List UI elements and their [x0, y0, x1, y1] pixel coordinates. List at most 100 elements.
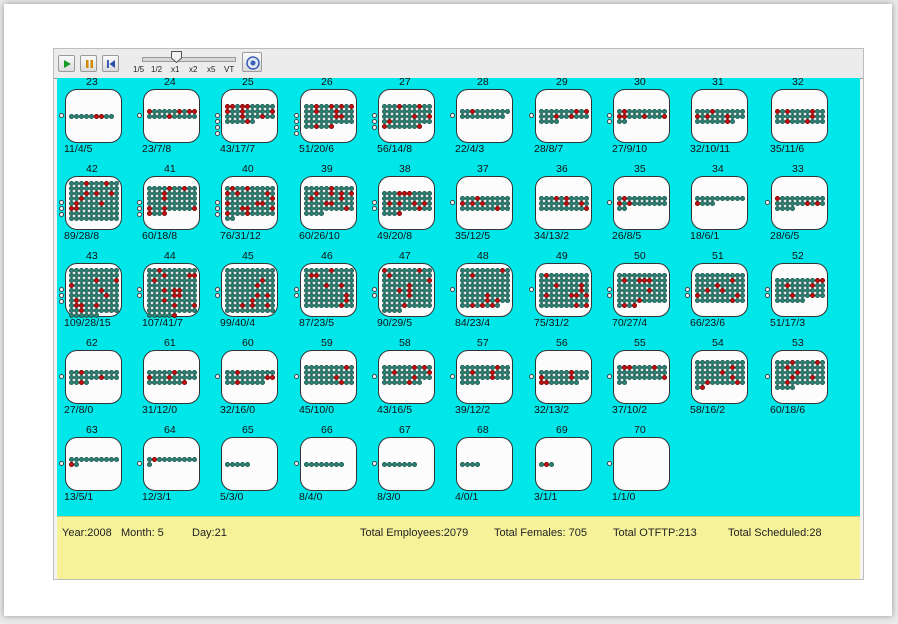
employee-dot [250, 119, 255, 124]
unit-stats-label: 23/7/8 [142, 143, 172, 155]
transit-employee-dot [294, 113, 299, 118]
employee-dot [505, 109, 510, 114]
unit-id-label: 25 [242, 76, 254, 88]
unit-box[interactable] [456, 89, 513, 143]
employee-dot [800, 298, 805, 303]
unit-box[interactable] [535, 437, 592, 491]
transit-employee-dot [215, 206, 220, 211]
transit-employee-dot [450, 113, 455, 118]
employee-dot [319, 211, 324, 216]
unit-stats-label: 58/16/2 [690, 404, 726, 416]
unit-box[interactable] [300, 89, 357, 143]
unit-box[interactable] [300, 176, 357, 230]
unit-box[interactable] [143, 89, 200, 143]
unit-box[interactable] [691, 350, 748, 404]
unit-stats-label: 26/8/5 [612, 230, 642, 242]
unit-box[interactable] [691, 89, 748, 143]
unit-id-label: 26 [321, 76, 333, 88]
unit-box[interactable] [221, 176, 278, 230]
speed-slider-track[interactable] [142, 57, 236, 62]
unit-box[interactable] [65, 176, 122, 230]
female-employee-dot [662, 375, 667, 380]
unit-box[interactable] [771, 263, 828, 317]
unit-box[interactable] [771, 89, 828, 143]
unit-box[interactable] [378, 263, 435, 317]
transit-employee-dot [372, 287, 377, 292]
unit-stats-label: 28/8/7 [534, 143, 564, 155]
unit-box[interactable] [613, 89, 670, 143]
unit-box[interactable] [65, 437, 122, 491]
unit-box[interactable] [535, 350, 592, 404]
unit-box[interactable] [456, 350, 513, 404]
play-button[interactable] [58, 55, 75, 72]
rewind-button[interactable] [102, 55, 119, 72]
unit-box[interactable] [221, 350, 278, 404]
unit-box[interactable] [378, 437, 435, 491]
employee-dot [790, 206, 795, 211]
unit-box[interactable] [65, 350, 122, 404]
transit-employee-dot [607, 113, 612, 118]
unit-stats-label: 60/18/6 [770, 404, 806, 416]
unit-box[interactable] [143, 437, 200, 491]
unit-box[interactable] [691, 263, 748, 317]
employee-dot [574, 380, 579, 385]
unit-stats-label: 49/20/8 [377, 230, 413, 242]
employee-dot [740, 298, 745, 303]
transit-employee-dot [215, 293, 220, 298]
unit-stats-label: 109/28/15 [64, 317, 111, 329]
employee-dot [790, 385, 795, 390]
employee-dot [349, 119, 354, 124]
employee-dot [505, 298, 510, 303]
unit-box[interactable] [535, 89, 592, 143]
unit-box[interactable] [378, 176, 435, 230]
unit-box[interactable] [221, 89, 278, 143]
unit-box[interactable] [143, 176, 200, 230]
day-label: Day:21 [192, 527, 227, 539]
unit-box[interactable] [300, 263, 357, 317]
unit-stats-label: 11/4/5 [64, 143, 93, 155]
transit-employee-dot [372, 374, 377, 379]
settings-button[interactable] [242, 52, 262, 72]
unit-stats-label: 84/23/4 [455, 317, 491, 329]
unit-box[interactable] [535, 176, 592, 230]
transit-employee-dot [372, 206, 377, 211]
employee-dot [109, 114, 114, 119]
transit-employee-dot [607, 293, 612, 298]
unit-id-label: 34 [712, 163, 724, 175]
pause-button[interactable] [80, 55, 97, 72]
unit-box[interactable] [378, 350, 435, 404]
transit-employee-dot [529, 374, 534, 379]
employee-dot [662, 201, 667, 206]
unit-stats-label: 35/12/5 [455, 230, 491, 242]
unit-box[interactable] [771, 176, 828, 230]
transit-employee-dot [294, 287, 299, 292]
unit-box[interactable] [221, 437, 278, 491]
total-scheduled: Total Scheduled:28 [728, 527, 822, 539]
unit-box[interactable] [143, 350, 200, 404]
transit-employee-dot [450, 374, 455, 379]
unit-box[interactable] [221, 263, 278, 317]
unit-box[interactable] [456, 263, 513, 317]
unit-box[interactable] [771, 350, 828, 404]
unit-box[interactable] [300, 350, 357, 404]
transit-employee-dot [137, 200, 142, 205]
unit-box[interactable] [456, 437, 513, 491]
employee-dot [740, 196, 745, 201]
transit-employee-dot [372, 125, 377, 130]
unit-stats-label: 76/31/12 [220, 230, 261, 242]
unit-box[interactable] [65, 263, 122, 318]
unit-box[interactable] [613, 263, 670, 317]
transit-employee-dot [294, 374, 299, 379]
unit-box[interactable] [456, 176, 513, 230]
unit-box[interactable] [300, 437, 357, 491]
unit-box[interactable] [535, 263, 592, 317]
unit-box[interactable] [143, 263, 200, 318]
unit-box[interactable] [378, 89, 435, 143]
unit-box[interactable] [613, 176, 670, 230]
speed-slider-thumb[interactable] [171, 51, 182, 63]
unit-box[interactable] [691, 176, 748, 230]
unit-box[interactable] [613, 437, 670, 491]
unit-box[interactable] [65, 89, 122, 143]
transit-employee-dot [294, 293, 299, 298]
unit-box[interactable] [613, 350, 670, 404]
